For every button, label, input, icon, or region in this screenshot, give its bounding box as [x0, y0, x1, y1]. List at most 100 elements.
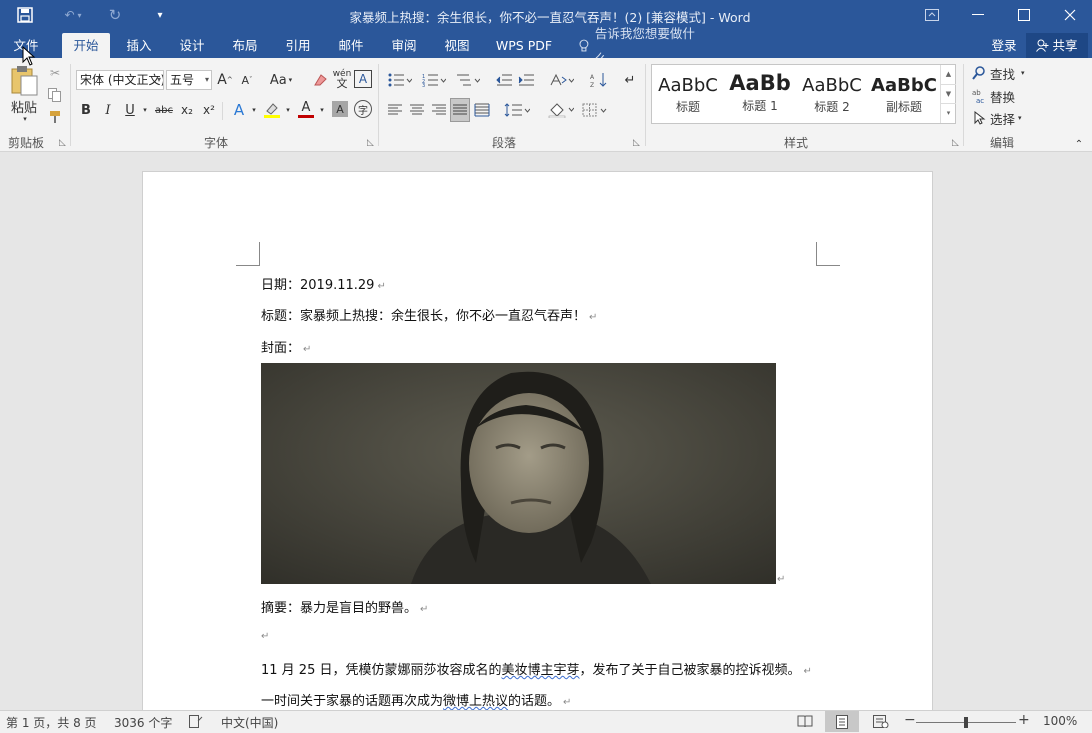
body-paragraph-1[interactable]: 11 月 25 日，凭模仿蒙娜丽莎妆容成名的美妆博主宇芽，发布了关于自己被家暴的… — [261, 659, 812, 678]
login-link[interactable]: 登录 — [984, 33, 1024, 58]
font-size-combo[interactable]: 五号 ▾ — [166, 70, 212, 90]
underline-button[interactable]: U — [122, 100, 138, 120]
paste-icon[interactable] — [8, 64, 40, 98]
tab-home[interactable]: 开始 — [62, 33, 110, 58]
replace-button[interactable]: ab ac 替换 — [972, 86, 1015, 106]
undo-icon[interactable]: ↶ ▾ — [56, 4, 90, 26]
style-subtitle[interactable]: AaBbC 副标题 — [868, 65, 940, 123]
chevron-down-icon[interactable]: ▼ — [941, 84, 956, 103]
font-color-icon[interactable]: A — [296, 98, 316, 120]
asian-layout-icon[interactable] — [548, 70, 576, 90]
tab-view[interactable]: 视图 — [436, 33, 478, 58]
char-shading-icon[interactable]: A — [332, 101, 348, 117]
style-title[interactable]: AaBbC 标题 — [652, 65, 724, 123]
chevron-up-icon[interactable]: ▲ — [941, 65, 956, 84]
abstract-paragraph[interactable]: 摘要：暴力是盲目的野兽。 ↵ — [261, 597, 428, 616]
paste-dropdown-icon[interactable]: ▾ — [20, 114, 30, 124]
strikethrough-button[interactable]: abc — [152, 100, 176, 120]
paste-button[interactable]: 粘贴 — [6, 98, 42, 116]
zoom-in-button[interactable]: + — [1018, 712, 1030, 728]
multilevel-list-icon[interactable] — [454, 70, 482, 90]
ribbon-display-icon[interactable] — [909, 0, 955, 30]
tab-design[interactable]: 设计 — [171, 33, 213, 58]
clear-format-icon[interactable] — [310, 70, 330, 90]
select-button[interactable]: 选择 ▾ — [972, 108, 1022, 128]
justify-icon[interactable] — [450, 98, 470, 122]
sort-icon[interactable]: AZ — [588, 70, 610, 90]
paragraph-launcher-icon[interactable]: ◺ — [633, 138, 640, 148]
tab-layout[interactable]: 布局 — [224, 33, 266, 58]
share-button[interactable]: 共享 — [1026, 33, 1088, 58]
char-border-icon[interactable]: A — [354, 70, 372, 88]
decrease-indent-icon[interactable] — [494, 70, 514, 90]
align-right-icon[interactable] — [430, 100, 448, 120]
style-heading-1[interactable]: AaBb 标题 1 — [724, 65, 796, 123]
zoom-slider-thumb[interactable] — [964, 717, 968, 728]
font-color-dropdown-icon[interactable]: ▾ — [317, 100, 327, 120]
numbering-icon[interactable]: 123 — [420, 70, 448, 90]
title-paragraph[interactable]: 标题：家暴频上热搜：余生很长，你不必一直忍气吞声！ ↵ — [261, 305, 597, 324]
cover-paragraph[interactable]: 封面： ↵ — [261, 337, 311, 356]
shrink-font-icon[interactable]: Aˇ — [238, 70, 256, 90]
copy-icon[interactable] — [46, 86, 64, 104]
text-effects-icon[interactable]: A — [229, 99, 249, 121]
tab-review[interactable]: 审阅 — [383, 33, 425, 58]
page-count[interactable]: 第 1 页，共 8 页 — [6, 714, 97, 731]
clipboard-launcher-icon[interactable]: ◺ — [59, 138, 66, 148]
tab-insert[interactable]: 插入 — [118, 33, 160, 58]
body-paragraph-2[interactable]: 一时间关于家暴的话题再次成为微博上热议的话题。 ↵ — [261, 690, 571, 709]
zoom-slider[interactable] — [916, 717, 1016, 728]
styles-scroll[interactable]: ▲ ▼ ▾ — [940, 65, 956, 123]
style-heading-2[interactable]: AaBbC 标题 2 — [796, 65, 868, 123]
superscript-button[interactable]: x² — [200, 100, 218, 120]
proofing-icon[interactable] — [189, 715, 203, 731]
increase-indent-icon[interactable] — [516, 70, 536, 90]
more-styles-icon[interactable]: ▾ — [941, 103, 956, 122]
web-layout-icon[interactable] — [873, 715, 889, 731]
maximize-icon[interactable] — [1001, 0, 1047, 30]
text-effects-dropdown-icon[interactable]: ▾ — [249, 100, 259, 120]
tab-mailings[interactable]: 邮件 — [330, 33, 372, 58]
bold-button[interactable]: B — [78, 100, 94, 120]
grow-font-icon[interactable]: A ^ — [216, 70, 234, 90]
shading-icon[interactable] — [546, 100, 576, 120]
distributed-icon[interactable] — [472, 100, 492, 120]
phonetic-guide-button[interactable]: wén 文 — [332, 68, 352, 90]
align-left-icon[interactable] — [386, 100, 404, 120]
font-launcher-icon[interactable]: ◺ — [367, 138, 374, 148]
customize-qat-icon[interactable]: ▾ — [150, 4, 170, 26]
tab-wps-pdf[interactable]: WPS PDF — [490, 33, 558, 58]
word-count[interactable]: 3036 个字 — [114, 714, 172, 731]
language-indicator[interactable]: 中文(中国) — [221, 714, 278, 731]
font-name-combo[interactable]: 宋体 (中文正文) ▾ — [76, 70, 164, 90]
align-center-icon[interactable] — [408, 100, 426, 120]
change-case-button[interactable]: Aa ▾ — [266, 70, 296, 90]
save-icon[interactable] — [12, 4, 38, 26]
show-marks-icon[interactable]: ↵ — [620, 70, 640, 90]
cut-icon[interactable]: ✂ — [46, 64, 64, 82]
date-paragraph[interactable]: 日期：2019.11.29 ↵ — [261, 274, 386, 293]
close-icon[interactable] — [1047, 0, 1092, 30]
italic-button[interactable]: I — [100, 100, 116, 120]
collapse-ribbon-icon[interactable]: ⌃ — [1072, 138, 1086, 150]
styles-launcher-icon[interactable]: ◺ — [952, 138, 959, 148]
find-button[interactable]: 查找 ▾ — [972, 63, 1025, 83]
subscript-button[interactable]: x₂ — [178, 100, 196, 120]
borders-icon[interactable] — [580, 100, 610, 120]
read-mode-icon[interactable] — [797, 715, 813, 731]
print-layout-icon[interactable] — [825, 711, 859, 732]
underline-dropdown-icon[interactable]: ▾ — [140, 100, 150, 120]
highlight-dropdown-icon[interactable]: ▾ — [283, 100, 293, 120]
zoom-level[interactable]: 100% — [1043, 714, 1077, 728]
format-painter-icon[interactable] — [46, 108, 64, 126]
zoom-out-button[interactable]: − — [904, 712, 916, 728]
bullets-icon[interactable] — [386, 70, 414, 90]
tell-me-search[interactable]: 告诉我您想要做什么... — [578, 26, 718, 66]
enclose-char-icon[interactable]: 字 — [354, 100, 372, 118]
redo-icon[interactable]: ↻ — [104, 4, 126, 26]
cover-image[interactable] — [261, 363, 776, 584]
line-spacing-icon[interactable] — [502, 100, 532, 120]
tab-references[interactable]: 引用 — [277, 33, 319, 58]
minimize-icon[interactable] — [955, 0, 1001, 30]
highlight-icon[interactable] — [262, 100, 282, 120]
